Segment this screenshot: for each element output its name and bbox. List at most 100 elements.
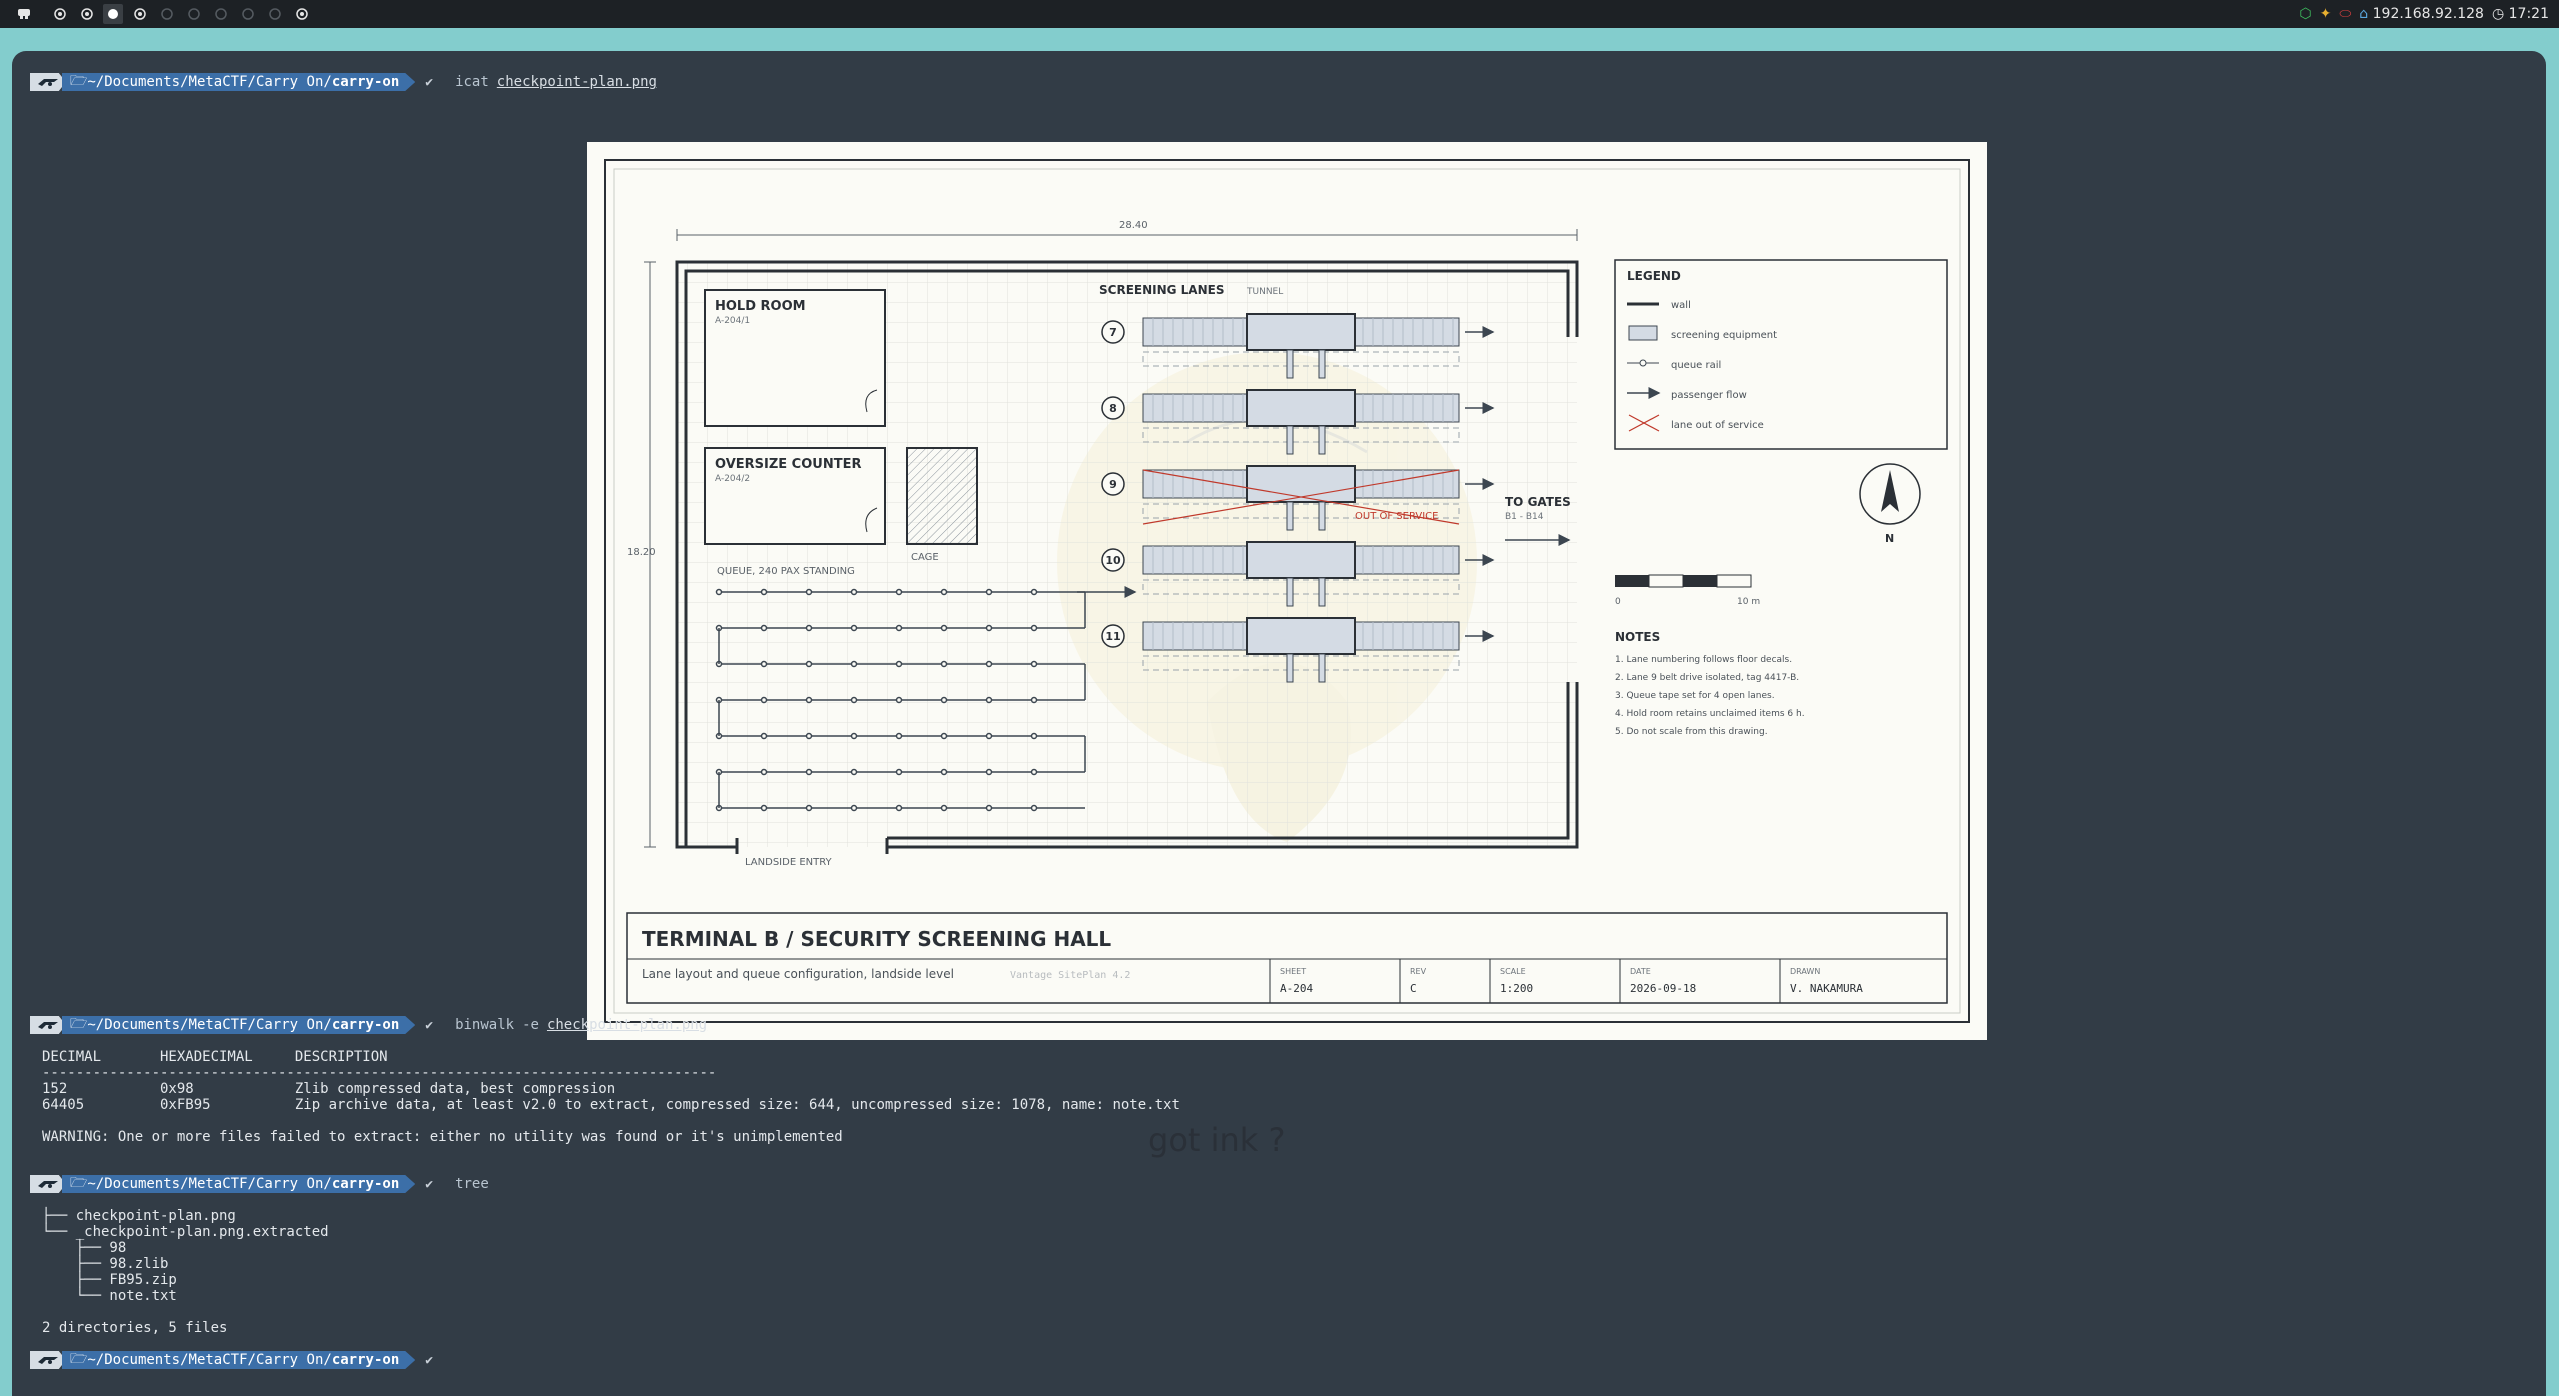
tree-line: ├── checkpoint-plan.png xyxy=(42,1208,236,1224)
dim-width-label: 28.40 xyxy=(1119,220,1148,231)
queue-post xyxy=(805,624,813,632)
workspace-7-icon[interactable] xyxy=(211,4,231,24)
command-arg[interactable]: checkpoint-plan.png xyxy=(547,1017,707,1033)
tunnel-label: TUNNEL xyxy=(1246,287,1283,297)
queue-post xyxy=(715,588,723,596)
path-segment: 🗁 ~/Documents/MetaCTF/Carry On/carry-on xyxy=(62,1175,415,1193)
command: icat xyxy=(455,74,489,90)
queue-post xyxy=(940,732,948,740)
hacker-icon xyxy=(38,1022,58,1029)
queue-post xyxy=(850,660,858,668)
battery-icon[interactable]: ⬭ xyxy=(2339,6,2351,22)
queue-post xyxy=(985,624,993,632)
workspace-2-icon[interactable] xyxy=(77,4,97,24)
network-status-icon[interactable]: ⬡ xyxy=(2299,6,2311,22)
queue-post xyxy=(760,768,768,776)
home-icon: ⌂ xyxy=(2359,6,2369,22)
oversize-code: A-204/2 xyxy=(715,474,750,484)
ip-text: 192.168.92.128 xyxy=(2372,6,2484,22)
queue-post xyxy=(805,696,813,704)
queue-post xyxy=(985,804,993,812)
queue-post xyxy=(805,588,813,596)
body-scanner-post xyxy=(1318,501,1326,531)
legend-item: screening equipment xyxy=(1671,330,1777,341)
path-prefix: ~/Documents/MetaCTF/Carry On/ xyxy=(87,1176,332,1192)
hacker-icon xyxy=(38,1181,58,1188)
path-dir: carry-on xyxy=(331,74,400,90)
queue-post xyxy=(895,804,903,812)
legend-item: wall xyxy=(1671,300,1691,311)
note-item: 5. Do not scale from this drawing. xyxy=(1615,727,1768,737)
legend-item: queue rail xyxy=(1671,360,1721,371)
queue-post xyxy=(850,732,858,740)
north-label: N xyxy=(1885,532,1894,545)
legend-item: lane out of service xyxy=(1671,420,1764,431)
date-label: DATE xyxy=(1630,967,1651,976)
queue-post xyxy=(805,732,813,740)
path-dir: carry-on xyxy=(331,1176,400,1192)
workspace-6-icon[interactable] xyxy=(184,4,204,24)
lanes-title: SCREENING LANES xyxy=(1099,283,1224,297)
binwalk-rule: ----------------------------------------… xyxy=(42,1065,717,1081)
scale-end: 10 m xyxy=(1737,597,1760,607)
queue-post xyxy=(1030,804,1038,812)
body-scanner-post xyxy=(1286,349,1294,379)
queue-post xyxy=(805,660,813,668)
queue-post xyxy=(760,804,768,812)
clock[interactable]: ◷ 17:21 xyxy=(2492,6,2549,22)
launcher-icon[interactable] xyxy=(14,4,34,24)
queue-post xyxy=(850,804,858,812)
workspace-5-icon[interactable] xyxy=(157,4,177,24)
queue-post xyxy=(760,588,768,596)
ip-address: ⌂ 192.168.92.128 xyxy=(2359,6,2484,22)
lane-number: 8 xyxy=(1109,402,1117,415)
legend-item: passenger flow xyxy=(1671,390,1747,401)
workspace-10-icon[interactable] xyxy=(292,4,312,24)
path-segment: 🗁 ~/Documents/MetaCTF/Carry On/carry-on xyxy=(62,73,415,91)
queue-post xyxy=(1030,660,1038,668)
hold-room-code: A-204/1 xyxy=(715,316,750,326)
workspace-3-icon[interactable] xyxy=(103,4,123,24)
workspace-8-icon[interactable] xyxy=(238,4,258,24)
queue-post xyxy=(850,624,858,632)
queue-post xyxy=(940,588,948,596)
vpn-icon[interactable]: ✦ xyxy=(2320,6,2332,22)
tree-line: ├── 98.zlib xyxy=(42,1256,169,1272)
binwalk-header: DECIMAL HEXADECIMAL DESCRIPTION xyxy=(42,1049,388,1065)
queue-post xyxy=(805,768,813,776)
folder-icon: 🗁 xyxy=(70,1351,88,1367)
tree-line: └── _checkpoint-plan.png.extracted xyxy=(42,1224,329,1240)
note-item: 1. Lane numbering follows floor decals. xyxy=(1615,655,1792,665)
workspace-4-icon[interactable] xyxy=(130,4,150,24)
prompt-line-4[interactable]: 🗁 ~/Documents/MetaCTF/Carry On/carry-on ✔ xyxy=(30,1350,433,1370)
path-prefix: ~/Documents/MetaCTF/Carry On/ xyxy=(87,1352,332,1368)
tree-line: ├── 98 xyxy=(42,1240,127,1256)
oversize-title: OVERSIZE COUNTER xyxy=(715,457,861,472)
landside-label: LANDSIDE ENTRY xyxy=(745,857,833,868)
checkpoint-plan-image: 28.40 18.20 HOLD ROOM A-204/1 OVERSIZE C… xyxy=(587,142,1987,1040)
command-arg[interactable]: checkpoint-plan.png xyxy=(497,74,657,90)
queue-post xyxy=(1030,732,1038,740)
cage xyxy=(906,447,978,545)
path-prefix: ~/Documents/MetaCTF/Carry On/ xyxy=(87,1017,332,1033)
queue-post xyxy=(1030,768,1038,776)
workspace-1-icon[interactable] xyxy=(50,4,70,24)
body-scanner-post xyxy=(1318,425,1326,455)
legend-title: LEGEND xyxy=(1627,269,1681,283)
queue-post xyxy=(985,732,993,740)
queue-label: QUEUE, 240 PAX STANDING xyxy=(717,566,855,577)
tree-line: └── note.txt xyxy=(42,1288,177,1304)
queue-post xyxy=(1030,696,1038,704)
drawn-value: V. NAKAMURA xyxy=(1790,982,1863,995)
body-scanner-post xyxy=(1318,577,1326,607)
queue-post xyxy=(985,588,993,596)
drawn-label: DRAWN xyxy=(1790,967,1820,976)
terminal-window[interactable]: 🗁 ~/Documents/MetaCTF/Carry On/carry-on ✔… xyxy=(12,51,2546,1396)
path-segment: 🗁 ~/Documents/MetaCTF/Carry On/carry-on xyxy=(62,1351,415,1369)
note-item: 4. Hold room retains unclaimed items 6 h… xyxy=(1615,709,1805,719)
to-gates-label: TO GATES xyxy=(1505,495,1571,509)
rev-value: C xyxy=(1410,982,1417,995)
title-block-title: TERMINAL B / SECURITY SCREENING HALL xyxy=(642,927,1111,951)
queue-post xyxy=(940,624,948,632)
workspace-9-icon[interactable] xyxy=(265,4,285,24)
